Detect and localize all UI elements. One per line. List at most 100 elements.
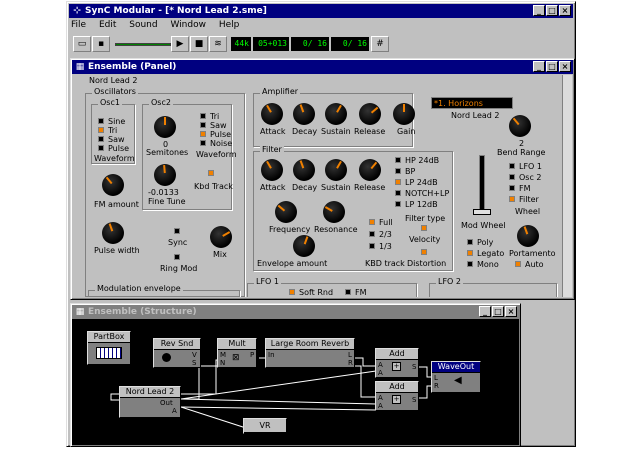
waveform-button[interactable]: ≋ xyxy=(209,36,227,52)
menu-file[interactable]: File xyxy=(71,20,86,30)
flt-decay-knob[interactable] xyxy=(293,159,315,181)
plus-icon: + xyxy=(392,362,401,371)
play-button[interactable]: ▶ xyxy=(171,36,189,52)
osc2-led-0[interactable] xyxy=(200,113,206,119)
legato-led[interactable] xyxy=(467,250,473,256)
multiply-icon: ⊠ xyxy=(232,353,240,363)
open-button[interactable]: ▭ xyxy=(73,36,91,52)
panel-content: Nord Lead 2 Oscillators Osc1 Sine Tri Sa… xyxy=(73,75,561,297)
add2-port-s: S xyxy=(412,396,417,404)
ftype-led-4[interactable] xyxy=(395,201,401,207)
resonance-knob[interactable] xyxy=(323,201,345,223)
velocity-led[interactable] xyxy=(421,225,427,231)
add2-module[interactable]: Add A A + S xyxy=(375,381,419,411)
fm-amount-label: FM amount xyxy=(94,200,139,209)
softrnd-led[interactable] xyxy=(289,289,295,295)
main-titlebar[interactable]: ⊹ SynC Modular - [* Nord Lead 2.sme] _ □… xyxy=(69,4,573,18)
panel-maximize-button[interactable]: □ xyxy=(546,61,558,72)
waveform-icon: ≋ xyxy=(214,39,222,49)
wheel-led-1[interactable] xyxy=(509,174,515,180)
amp-gain-label: Gain xyxy=(397,127,416,136)
finetune-knob[interactable] xyxy=(154,164,176,186)
panel-minimize-button[interactable]: _ xyxy=(533,61,545,72)
amp-sustain-knob[interactable] xyxy=(325,103,347,125)
wheel-led-2[interactable] xyxy=(509,185,515,191)
wheel-led-0[interactable] xyxy=(509,163,515,169)
panel-titlebar[interactable]: ▦ Ensemble (Panel) _ □ × xyxy=(72,60,573,74)
amp-release-knob[interactable] xyxy=(359,103,381,125)
mod-wheel-slider[interactable] xyxy=(479,155,485,215)
osc1-opt-1: Tri xyxy=(108,126,118,135)
lfo-fm-led[interactable] xyxy=(345,289,351,295)
waveout-module[interactable]: WaveOut L R ◀ xyxy=(431,361,481,393)
flt-release-knob[interactable] xyxy=(359,159,381,181)
distortion-led[interactable] xyxy=(421,249,427,255)
kbd-13-led[interactable] xyxy=(369,243,375,249)
panel-scrollbar[interactable] xyxy=(562,75,572,297)
amp-gain-knob[interactable] xyxy=(393,103,415,125)
preset-display[interactable]: *1. Horizons xyxy=(431,97,513,109)
disk-icon: ▪ xyxy=(97,39,105,49)
nordlead-module[interactable]: Nord Lead 2 Out A xyxy=(119,386,181,418)
reverb-module[interactable]: Large Room Reverb In L R xyxy=(265,338,355,368)
flt-sustain-knob[interactable] xyxy=(325,159,347,181)
ftype-led-1[interactable] xyxy=(395,168,401,174)
amp-decay-knob[interactable] xyxy=(293,103,315,125)
vr-module[interactable]: VR xyxy=(243,418,287,434)
maximize-button[interactable]: □ xyxy=(546,5,558,16)
sync-led[interactable] xyxy=(174,228,180,234)
mono-opt: Mono xyxy=(477,260,499,269)
add2-port-a2: A xyxy=(378,402,383,410)
poly-led[interactable] xyxy=(467,239,473,245)
menu-window[interactable]: Window xyxy=(170,20,206,30)
panel-window: ▦ Ensemble (Panel) _ □ × Nord Lead 2 Osc… xyxy=(70,58,575,300)
frequency-knob[interactable] xyxy=(275,201,297,223)
minimize-button[interactable]: _ xyxy=(533,5,545,16)
add1-module[interactable]: Add A A + S xyxy=(375,348,419,378)
osc2-led-3[interactable] xyxy=(200,140,206,146)
close-button[interactable]: × xyxy=(559,5,571,16)
revsnd-module[interactable]: Rev Snd V S xyxy=(153,338,201,368)
waveout-port-r: R xyxy=(434,382,439,390)
fm-amount-knob[interactable] xyxy=(102,174,124,196)
partbox-module[interactable]: PartBox xyxy=(87,331,131,365)
panel-close-button[interactable]: × xyxy=(559,61,571,72)
osc1-led-3[interactable] xyxy=(98,145,104,151)
pulse-width-knob[interactable] xyxy=(102,222,124,244)
menu-sound[interactable]: Sound xyxy=(129,20,157,30)
menu-edit[interactable]: Edit xyxy=(99,20,116,30)
stop-button[interactable]: ■ xyxy=(190,36,208,52)
kbd-track-led[interactable] xyxy=(208,170,214,176)
revsnd-port-v: V xyxy=(192,351,197,359)
env-amount-knob[interactable] xyxy=(293,235,315,257)
osc1-led-0[interactable] xyxy=(98,118,104,124)
progress-track[interactable] xyxy=(115,43,171,46)
flt-attack-knob[interactable] xyxy=(261,159,283,181)
portamento-label: Portamento xyxy=(509,249,556,258)
ftype-led-0[interactable] xyxy=(395,157,401,163)
save-button[interactable]: ▪ xyxy=(92,36,110,52)
semitones-knob[interactable] xyxy=(154,116,176,138)
mult-module[interactable]: Mult M N ⊠ P xyxy=(217,338,257,368)
portamento-knob[interactable] xyxy=(517,225,539,247)
ftype-led-2[interactable] xyxy=(395,179,401,185)
bend-range-knob[interactable] xyxy=(509,115,531,137)
revsnd-label: Rev Snd xyxy=(154,339,200,350)
mix-knob[interactable] xyxy=(210,226,232,248)
osc2-led-1[interactable] xyxy=(200,122,206,128)
kbd-23-led[interactable] xyxy=(369,231,375,237)
ftype-led-3[interactable] xyxy=(395,190,401,196)
auto-led[interactable] xyxy=(515,261,521,267)
grid-button[interactable]: # xyxy=(371,36,389,52)
ringmod-led[interactable] xyxy=(174,254,180,260)
mod-wheel-handle[interactable] xyxy=(473,209,491,215)
wheel-led-3[interactable] xyxy=(509,196,515,202)
counter1-display: 0/ 16 xyxy=(291,37,329,51)
osc1-led-1[interactable] xyxy=(98,127,104,133)
kbd-full-led[interactable] xyxy=(369,219,375,225)
osc1-led-2[interactable] xyxy=(98,136,104,142)
mono-led[interactable] xyxy=(467,261,473,267)
amp-attack-knob[interactable] xyxy=(261,103,283,125)
menu-help[interactable]: Help xyxy=(219,20,240,30)
osc2-led-2[interactable] xyxy=(200,131,206,137)
